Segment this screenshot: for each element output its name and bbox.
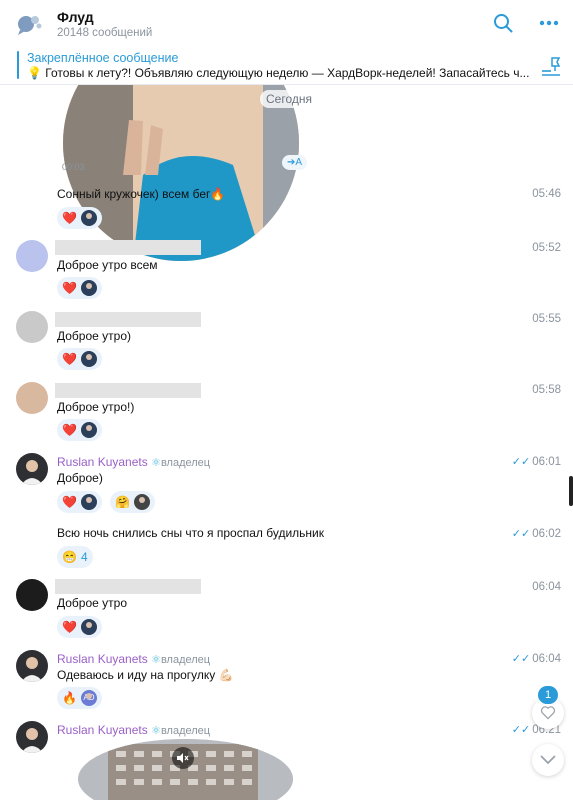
avatar[interactable] [16, 721, 48, 753]
heart-icon: ❤️ [62, 495, 77, 509]
message-text: Всю ночь снились сны что я проспал будил… [57, 526, 324, 540]
transcribe-button[interactable]: ➔A [282, 155, 308, 170]
heart-icon: ❤️ [62, 281, 77, 295]
message-text: Доброе утро всем [57, 258, 158, 272]
hug-icon: 🤗 [115, 495, 130, 509]
author-name-redacted [55, 383, 201, 398]
read-check-icon: ✓✓ [511, 724, 531, 736]
heart-outline-icon [540, 706, 556, 720]
chat-title[interactable]: Флуд [57, 9, 94, 25]
heart-icon: ❤️ [62, 211, 77, 225]
reactor-avatar [80, 494, 97, 510]
avatar-photo [21, 460, 43, 485]
reaction-heart[interactable]: ❤️ [57, 207, 102, 229]
avatar[interactable] [16, 311, 48, 343]
read-check-icon: ✓✓ [511, 653, 531, 665]
pinned-list-button[interactable] [540, 55, 562, 77]
more-button[interactable] [536, 10, 562, 36]
reactor-avatar [80, 210, 97, 226]
video-note[interactable] [63, 85, 299, 261]
role-label: владелец [160, 725, 211, 737]
message-time: ✓✓ 06:04 [511, 653, 561, 665]
pin-list-icon [542, 57, 561, 76]
message-time: 05:55 [532, 313, 561, 325]
reaction-heart[interactable]: ❤️ [57, 419, 102, 441]
verified-icon: ⚛ [151, 725, 161, 737]
heart-icon: ❤️ [62, 352, 77, 366]
author-name[interactable]: Ruslan Kuyanets ⚛владелец [57, 455, 210, 469]
scrollbar-thumb[interactable] [569, 476, 573, 506]
search-icon [494, 14, 513, 33]
scroll-down-button[interactable] [532, 744, 564, 776]
message-text: Доброе утро [57, 596, 128, 610]
fire-icon: 🔥 [62, 691, 77, 705]
reaction-grin[interactable]: 😁 4 [57, 546, 93, 568]
author-name-redacted [55, 579, 201, 594]
reactor-avatar [80, 280, 97, 296]
avatar-photo [21, 657, 43, 682]
reaction-count: 4 [80, 550, 88, 564]
role-label: владелец [160, 457, 211, 469]
message-time: ✓✓ 06:01 [511, 456, 561, 468]
reaction-heart[interactable]: ❤️ [57, 277, 102, 299]
avatar[interactable] [16, 382, 48, 414]
reaction-fire[interactable]: 🔥 AD [57, 687, 102, 709]
speech-bubble-icon [18, 16, 42, 35]
video-duration: 00:03 [62, 162, 85, 172]
reaction-heart[interactable]: ❤️ [57, 491, 102, 513]
author-name-redacted [55, 240, 201, 255]
reactor-avatar [80, 619, 97, 635]
message-text: Доброе) [57, 471, 103, 485]
avatar[interactable] [16, 453, 48, 485]
more-dots-icon [539, 20, 559, 26]
chevron-down-icon [540, 755, 556, 765]
reactor-avatar [80, 422, 97, 438]
pinned-indicator [17, 51, 19, 79]
avatar-photo [21, 728, 43, 753]
role-label: владелец [160, 654, 211, 666]
reactor-avatar: AD [80, 690, 97, 706]
message-text: Доброе утро!) [57, 400, 135, 414]
message-text: Сонный кружочек) всем бег🔥 [57, 187, 226, 201]
avatar[interactable] [16, 650, 48, 682]
message-time: 05:58 [532, 384, 561, 396]
message-time: 05:52 [532, 242, 561, 254]
reactor-avatar [133, 494, 150, 510]
chat-header: Флуд 20148 сообщений [0, 0, 573, 47]
heart-icon: ❤️ [62, 620, 77, 634]
reaction-heart[interactable]: ❤️ [57, 616, 102, 638]
speaker-muted-icon [177, 753, 189, 763]
author-name-redacted [55, 312, 201, 327]
chat-avatar[interactable] [14, 10, 44, 40]
read-check-icon: ✓✓ [511, 528, 531, 540]
message-text: Доброе утро) [57, 329, 132, 343]
reaction-hug[interactable]: 🤗 [110, 491, 155, 513]
author-name[interactable]: Ruslan Kuyanets ⚛владелец [57, 723, 210, 737]
reactor-avatar [80, 351, 97, 367]
pinned-title: Закреплённое сообщение [27, 51, 179, 65]
pinned-text: 💡 Готовы к лету?! Объявляю следующую нед… [27, 66, 530, 80]
pinned-message[interactable]: Закреплённое сообщение 💡 Готовы к лету?!… [0, 46, 573, 85]
date-separator: Сегодня [260, 90, 318, 108]
heart-icon: ❤️ [62, 423, 77, 437]
reaction-heart[interactable]: ❤️ [57, 348, 102, 370]
message-time: ✓✓ 06:02 [511, 528, 561, 540]
message-time: 05:46 [532, 188, 561, 200]
message-text: Одеваюсь и иду на прогулку 💪🏻 [57, 668, 234, 682]
verified-icon: ⚛ [151, 654, 161, 666]
search-button[interactable] [490, 10, 516, 36]
unread-badge: 1 [538, 686, 558, 704]
message-time: 06:04 [532, 581, 561, 593]
member-count: 20148 сообщений [57, 27, 153, 39]
avatar[interactable] [16, 240, 48, 272]
verified-icon: ⚛ [151, 457, 161, 469]
message-feed[interactable]: Сегодня 00:03 ➔A Сонный кружочек) всем б… [0, 85, 573, 800]
video-note-frame [63, 85, 299, 261]
mute-button[interactable] [172, 747, 194, 769]
video-note[interactable] [78, 739, 293, 800]
avatar[interactable] [16, 579, 48, 611]
author-name[interactable]: Ruslan Kuyanets ⚛владелец [57, 652, 210, 666]
read-check-icon: ✓✓ [511, 456, 531, 468]
grin-icon: 😁 [62, 550, 77, 564]
